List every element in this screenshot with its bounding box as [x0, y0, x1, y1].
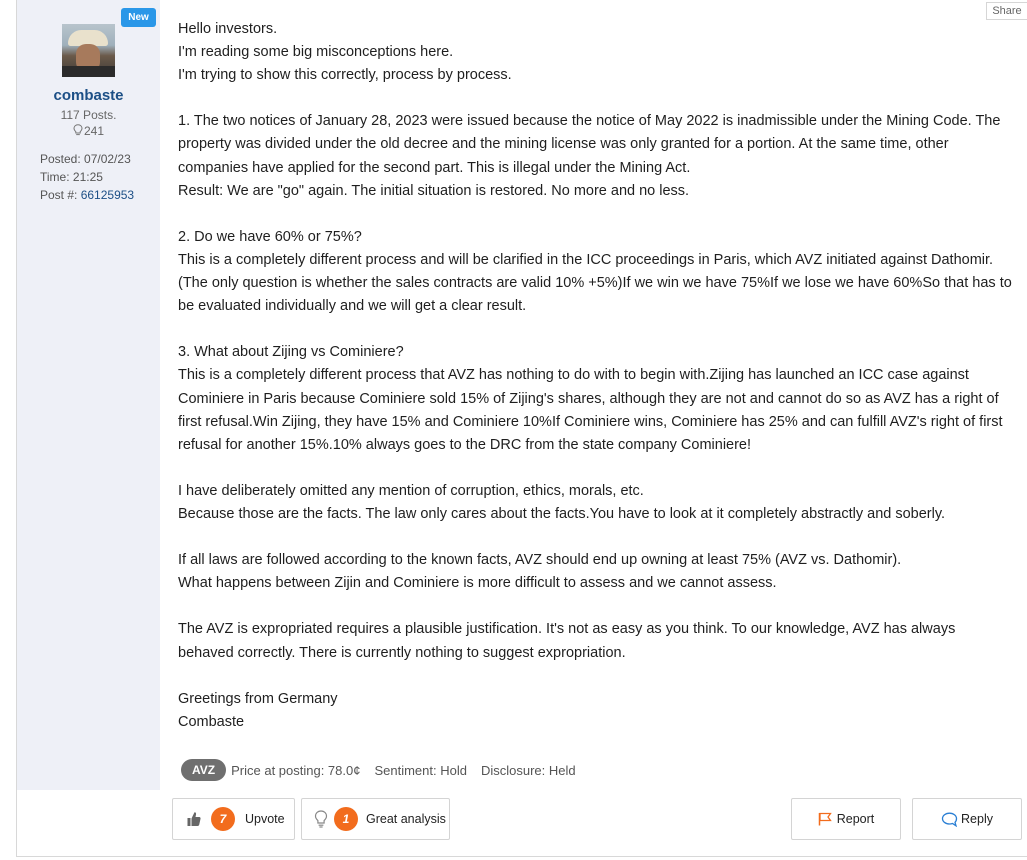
author-sidebar: New combaste 117 Posts. 241 Posted: 07/0…: [17, 0, 160, 790]
post-number-row: Post #: 66125953: [40, 186, 134, 204]
post-paragraph: I have deliberately omitted any mention …: [178, 482, 946, 522]
great-analysis-button[interactable]: 1 Great analysis: [301, 798, 450, 840]
lightbulb-icon: [314, 810, 328, 828]
upvote-button[interactable]: 7 Upvote: [172, 798, 295, 840]
posted-date: Posted: 07/02/23: [40, 152, 131, 166]
post-paragraph: Greetings from Germany Combaste: [178, 690, 338, 730]
report-button[interactable]: Report: [791, 798, 901, 840]
flag-icon: [818, 812, 832, 826]
posted-time: Time: 21:25: [40, 170, 103, 184]
forum-post: New combaste 117 Posts. 241 Posted: 07/0…: [16, 0, 1027, 857]
lightbulb-icon: [73, 124, 83, 136]
price-at-posting: Price at posting: 78.0¢: [231, 762, 361, 778]
ticker-tag[interactable]: AVZ: [181, 759, 227, 781]
post-paragraph: 3. What about Zijing vs Cominiere? This …: [178, 344, 1003, 453]
username-link[interactable]: combaste: [17, 87, 160, 104]
likes-count: 241: [83, 124, 105, 138]
great-analysis-label: Great analysis: [366, 812, 446, 826]
author-post-count: 117 Posts.: [60, 108, 117, 122]
reply-button[interactable]: Reply: [912, 798, 1022, 840]
post-number-label: Post #:: [40, 188, 78, 202]
avatar[interactable]: [62, 24, 115, 77]
post-paragraph: 1. The two notices of January 28, 2023 w…: [178, 113, 1001, 199]
post-meta: Posted: 07/02/23 Time: 21:25 Post #: 661…: [40, 150, 134, 204]
reply-bubble-icon: [941, 812, 958, 827]
report-label: Report: [836, 812, 875, 826]
post-number-link[interactable]: 66125953: [81, 188, 134, 202]
sentiment: Sentiment: Hold: [374, 762, 467, 778]
great-analysis-count: 1: [334, 807, 358, 831]
author-likes: 241: [17, 124, 160, 138]
disclosure: Disclosure: Held: [480, 762, 576, 778]
avatar-shirt: [62, 66, 115, 77]
thumbs-up-icon: [187, 812, 201, 826]
new-badge: New: [121, 8, 156, 27]
post-body: Hello investors. I'm reading some big mi…: [178, 18, 1013, 734]
post-tags: AVZ Price at posting: 78.0¢ Sentiment: H…: [181, 758, 590, 782]
reply-label: Reply: [961, 812, 993, 826]
post-paragraph: 2. Do we have 60% or 75%? This is a comp…: [178, 228, 1012, 315]
upvote-count: 7: [211, 807, 235, 831]
post-paragraph: Hello investors. I'm reading some big mi…: [178, 21, 512, 84]
post-paragraph: If all laws are followed according to th…: [178, 552, 902, 592]
post-actions: 7 Upvote 1 Great analysis Report Reply: [17, 796, 1027, 842]
upvote-label: Upvote: [245, 812, 285, 826]
post-paragraph: The AVZ is expropriated requires a plaus…: [178, 621, 956, 661]
